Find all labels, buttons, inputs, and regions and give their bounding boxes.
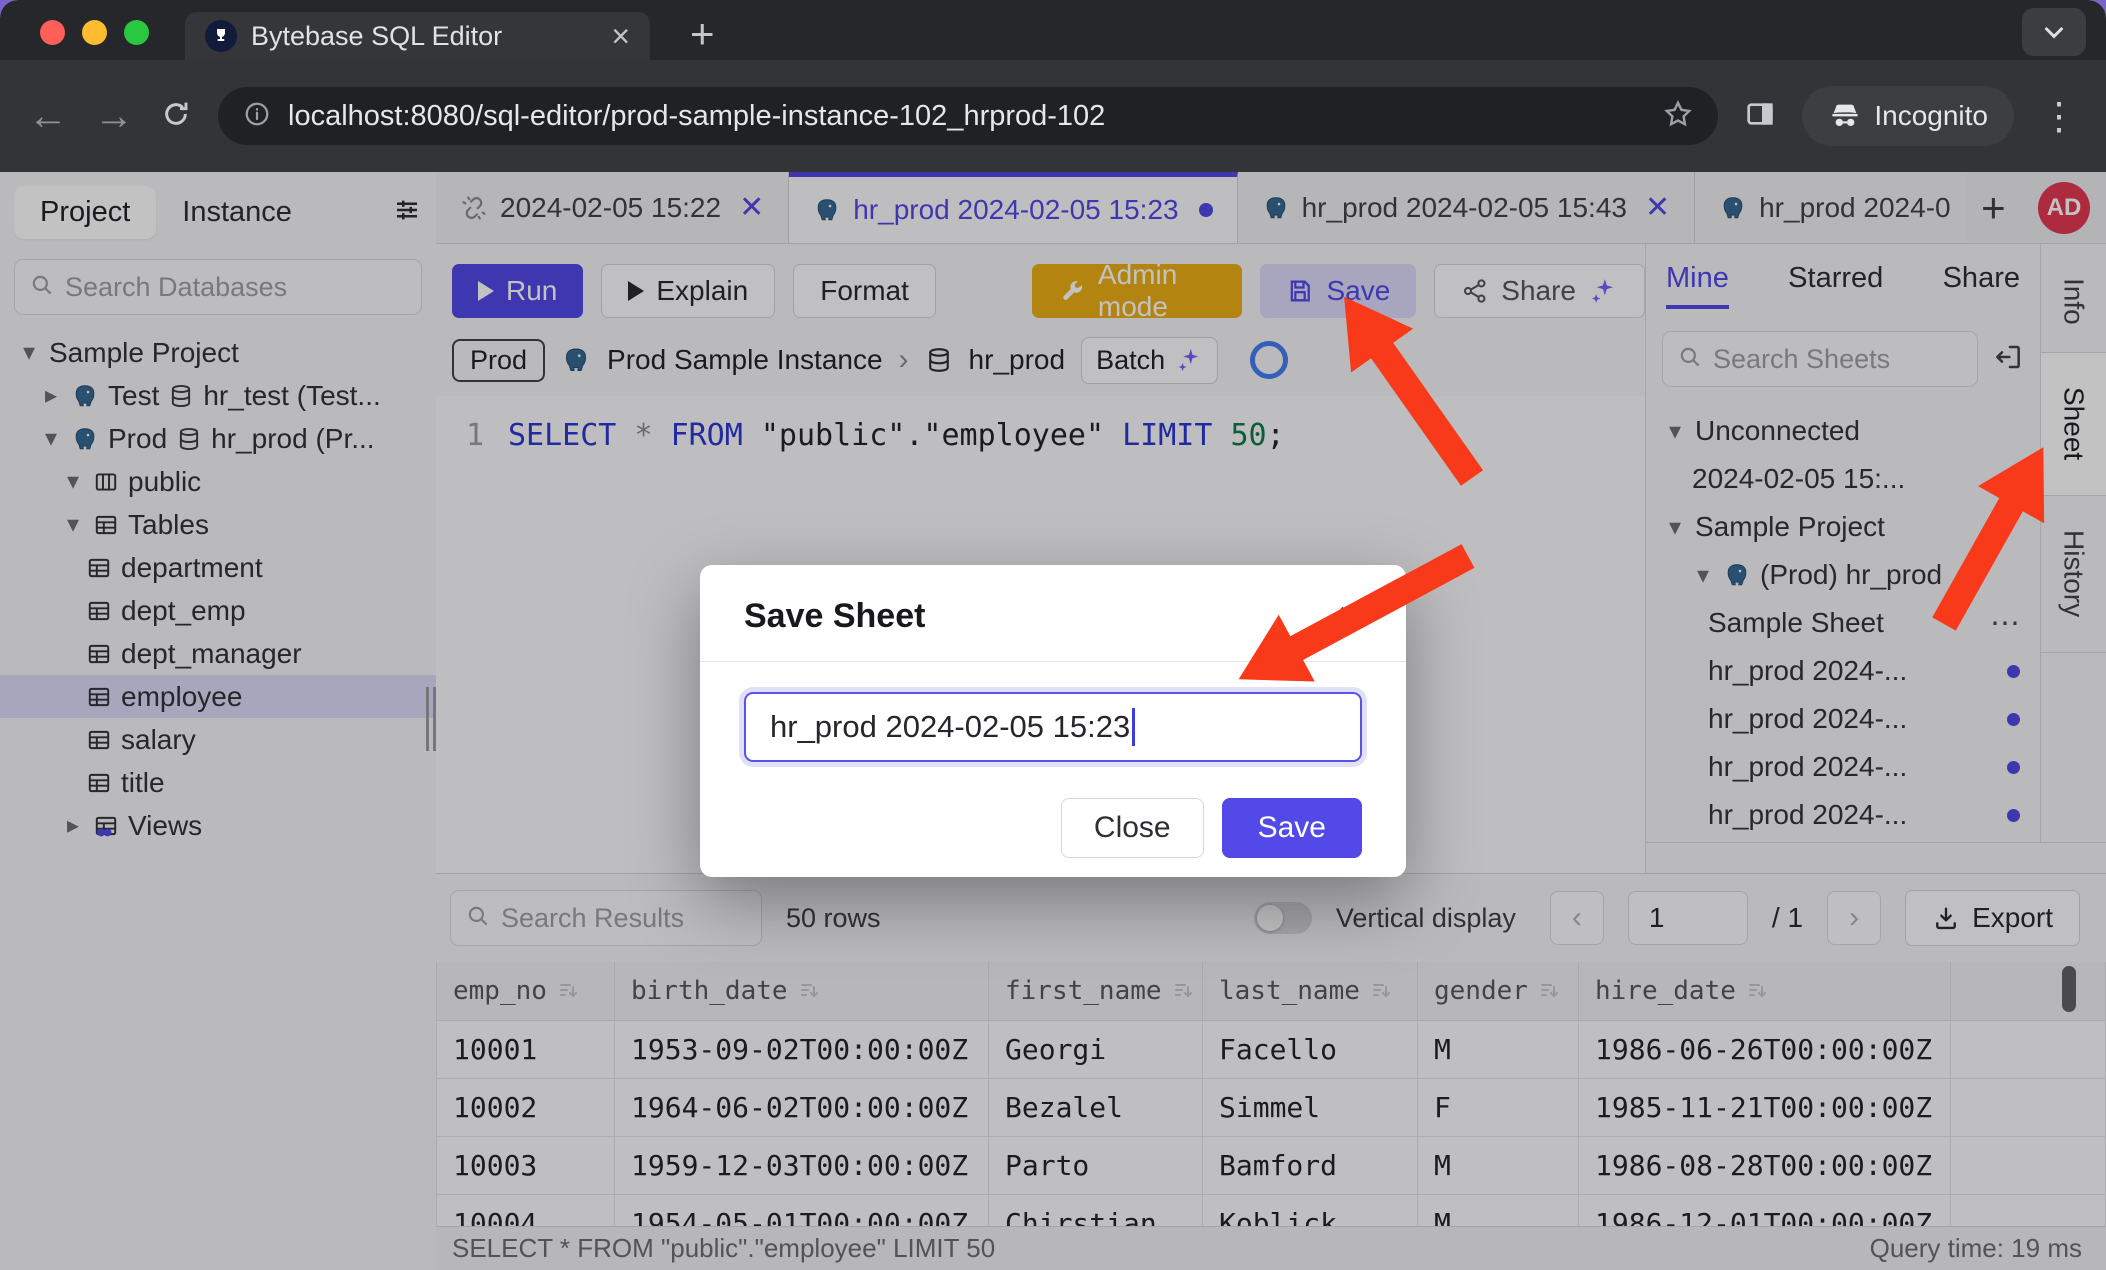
browser-menu-icon[interactable]: ⋮	[2040, 94, 2078, 139]
side-panel-icon[interactable]	[1744, 98, 1776, 135]
browser-window: Bytebase SQL Editor × + ← → localhost:80…	[0, 0, 2106, 1270]
dialog-title: Save Sheet	[744, 597, 925, 636]
browser-tab[interactable]: Bytebase SQL Editor ×	[185, 12, 650, 60]
incognito-badge: Incognito	[1802, 86, 2014, 146]
save-sheet-dialog: Save Sheet × hr_prod 2024-02-05 15:23 Cl…	[700, 565, 1406, 877]
tab-search-button[interactable]	[2022, 8, 2086, 56]
url-text: localhost:8080/sql-editor/prod-sample-in…	[288, 100, 1646, 133]
site-info-icon[interactable]	[242, 99, 272, 134]
sheet-name-input[interactable]: hr_prod 2024-02-05 15:23	[744, 692, 1362, 762]
bookmark-star-icon[interactable]	[1662, 98, 1694, 135]
new-tab-button[interactable]: +	[690, 10, 715, 58]
dialog-close-button[interactable]: Close	[1061, 798, 1204, 858]
incognito-icon	[1828, 99, 1862, 133]
incognito-label: Incognito	[1874, 100, 1988, 132]
window-controls	[40, 20, 149, 45]
minimize-window-button[interactable]	[82, 20, 107, 45]
browser-titlebar: Bytebase SQL Editor × +	[0, 0, 2106, 60]
browser-tab-title: Bytebase SQL Editor	[251, 21, 597, 52]
back-button[interactable]: ←	[28, 94, 68, 139]
dialog-close-icon[interactable]: ×	[1337, 595, 1362, 637]
divider	[700, 661, 1406, 662]
reload-button[interactable]	[160, 98, 192, 135]
dialog-save-button[interactable]: Save	[1222, 798, 1362, 858]
maximize-window-button[interactable]	[124, 20, 149, 45]
address-bar[interactable]: localhost:8080/sql-editor/prod-sample-in…	[218, 87, 1718, 145]
close-window-button[interactable]	[40, 20, 65, 45]
browser-toolbar: ← → localhost:8080/sql-editor/prod-sampl…	[0, 60, 2106, 172]
browser-tab-close-icon[interactable]: ×	[611, 20, 630, 52]
forward-button[interactable]: →	[94, 94, 134, 139]
bytebase-favicon-icon	[205, 20, 237, 52]
text-caret	[1132, 708, 1135, 746]
